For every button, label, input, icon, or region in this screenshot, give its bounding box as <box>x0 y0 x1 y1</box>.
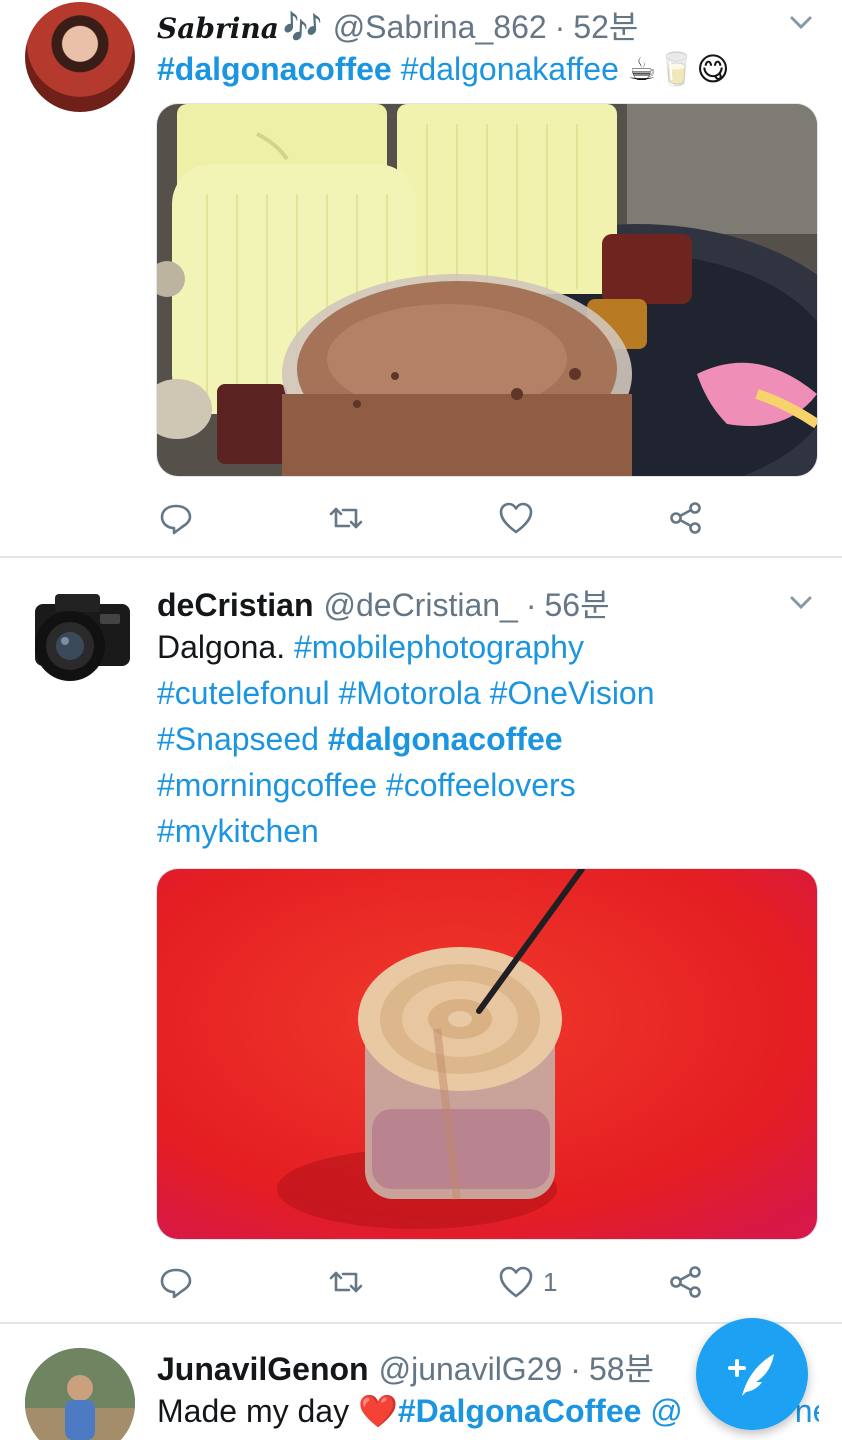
share-button[interactable] <box>667 1262 705 1302</box>
chevron-down-icon[interactable] <box>786 8 816 38</box>
compose-tweet-icon <box>728 1354 774 1396</box>
tweet-header: deCristian @deCristian_ · 56분 <box>157 580 610 626</box>
hashtag-link[interactable]: #DalgonaCoffee <box>398 1393 642 1429</box>
reply-button[interactable] <box>157 498 195 538</box>
display-name[interactable]: Sabrina <box>157 12 279 45</box>
handle[interactable]: @deCristian_ <box>323 587 517 624</box>
hashtag-link[interactable]: #Snapseed <box>157 721 319 757</box>
handle[interactable]: @Sabrina_862 <box>333 9 547 46</box>
dalgona-coffee-red-background-photo <box>157 869 817 1239</box>
tweet-actions <box>157 498 717 538</box>
tweet-sabrina[interactable]: Sabrina 🎶 @Sabrina_862 · 52분 #dalgonacof… <box>0 0 842 558</box>
retweet-button[interactable] <box>327 498 365 538</box>
share-button[interactable] <box>667 498 705 538</box>
separator: · <box>525 587 537 623</box>
handle[interactable]: @junavilG29 <box>379 1351 563 1388</box>
hashtag-link[interactable]: #morningcoffee <box>157 767 377 803</box>
tweet-header: JunavilGenon @junavilG29 · 58분 <box>157 1344 654 1390</box>
tweet-actions: 1 <box>157 1262 717 1302</box>
retweet-icon <box>329 1271 363 1293</box>
tweet-photo[interactable] <box>156 868 818 1240</box>
tweet-text-plain: Dalgona. <box>157 629 286 665</box>
hashtag-link[interactable]: #Motorola <box>338 675 480 711</box>
hashtag-link[interactable]: #coffeelovers <box>386 767 576 803</box>
music-notes-emoji: 🎶 <box>282 9 323 45</box>
avatar[interactable] <box>25 2 135 112</box>
separator: · <box>554 9 566 45</box>
timestamp[interactable]: 58분 <box>589 1344 654 1390</box>
dalgona-coffee-candles-photo <box>157 104 817 476</box>
hashtag-link[interactable]: #mobilephotography <box>294 629 584 665</box>
chevron-down-icon[interactable] <box>786 588 816 618</box>
camera-avatar-image <box>35 594 130 681</box>
hashtag-link[interactable]: #OneVision <box>490 675 655 711</box>
like-count: 1 <box>543 1266 558 1297</box>
tweet-text: #dalgonacoffee #dalgonakaffee ☕🥛😋 <box>157 46 817 92</box>
reply-icon <box>160 1268 192 1299</box>
emoji-text: ☕🥛😋 <box>627 51 730 87</box>
heart-icon <box>499 502 533 534</box>
compose-tweet-button[interactable] <box>696 1318 808 1430</box>
hashtag-link[interactable]: #dalgonacoffee <box>328 721 563 757</box>
tweet-text-plain: Made my day <box>157 1393 350 1429</box>
tweet-photo[interactable] <box>156 103 818 477</box>
heart-emoji: ❤️ <box>357 1393 398 1429</box>
retweet-icon <box>329 507 363 529</box>
display-name[interactable]: JunavilGenon <box>157 1351 369 1388</box>
avatar[interactable] <box>25 1348 135 1440</box>
tweet-header: Sabrina 🎶 @Sabrina_862 · 52분 <box>157 2 638 48</box>
timestamp[interactable]: 52분 <box>573 2 638 48</box>
like-button[interactable] <box>497 498 543 538</box>
tweet-text: Dalgona. #mobilephotography #cutelefonul… <box>157 624 817 854</box>
reply-button[interactable] <box>157 1262 195 1302</box>
display-name[interactable]: deCristian <box>157 587 313 624</box>
heart-icon <box>499 1266 533 1298</box>
person-avatar-image <box>25 1348 135 1440</box>
share-icon <box>670 502 701 534</box>
hashtag-link[interactable]: #cutelefonul <box>157 675 330 711</box>
retweet-button[interactable] <box>327 1262 365 1302</box>
mention-link[interactable]: @ <box>650 1393 682 1429</box>
like-button[interactable]: 1 <box>497 1262 557 1302</box>
hashtag-link[interactable]: #dalgonacoffee <box>157 51 392 87</box>
separator: · <box>570 1351 581 1387</box>
hashtag-link[interactable]: #dalgonakaffee <box>401 51 619 87</box>
timestamp[interactable]: 56분 <box>544 580 609 626</box>
tweet-decristian[interactable]: deCristian @deCristian_ · 56분 Dalgona. #… <box>0 558 842 1322</box>
reply-icon <box>160 504 192 535</box>
avatar[interactable] <box>25 584 135 694</box>
share-icon <box>670 1266 701 1298</box>
hashtag-link[interactable]: #mykitchen <box>157 813 319 849</box>
